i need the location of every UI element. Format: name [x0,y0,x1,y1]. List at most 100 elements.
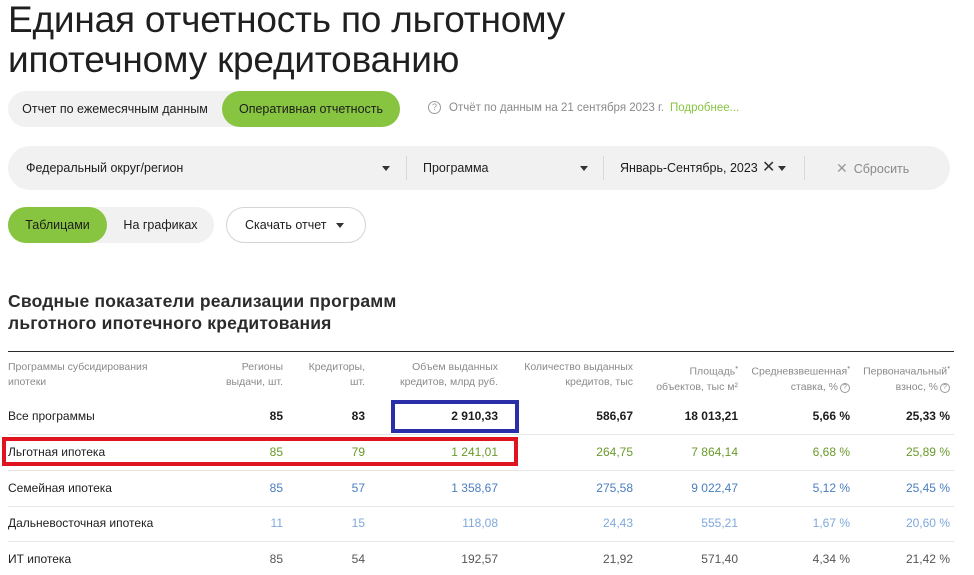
row-regions: 85 [269,409,283,423]
row-creditors: 83 [351,409,365,423]
download-label: Скачать отчет [245,218,327,232]
tab-charts[interactable]: На графиках [108,207,213,243]
region-select[interactable]: Федеральный округ/регион [26,146,396,190]
row-regions: 85 [269,481,283,495]
row-volume: 192,57 [461,552,498,566]
row-down-payment: 21,42 % [905,552,950,566]
header-area-line2: объектов, тыс м² [656,380,738,393]
header-regions-line2: выдачи, шт. [225,376,283,388]
header-rate: Средневзвешенная• ставка, %? [745,360,850,395]
header-area: Площадь• объектов, тыс м² [638,360,738,395]
info-dot-icon: • [947,363,950,372]
question-icon: ? [428,101,441,114]
row-rate: 5,12 % [812,481,850,495]
question-icon[interactable]: ? [840,382,850,393]
header-count-line2: кредитов, тыс [565,376,633,388]
row-program-name: Дальневосточная ипотека [8,516,154,530]
row-down-payment: 25,89 % [905,445,950,459]
reset-button[interactable]: ✕ Сбросить [836,146,909,190]
divider [603,156,604,180]
header-creditors: Кредиторы, шт. [288,360,365,390]
header-program: Программы субсидирования ипотеки [8,360,178,390]
row-down-payment: 25,45 % [905,481,950,495]
row-area: 571,40 [701,552,738,566]
table-row[interactable]: Семейная ипотека 85 57 1 358,67 275,58 9… [8,471,954,506]
divider [804,156,805,180]
highlight-box-volume [391,400,519,433]
header-down: Первоначальный• взнос, %? [855,360,950,395]
view-toggle: Таблицами На графиках [8,207,214,243]
program-select[interactable]: Программа [423,146,593,190]
row-rate: 4,34 % [812,552,850,566]
header-creditors-line2: шт. [350,376,365,388]
section-title: Сводные показатели реализации программ л… [8,291,397,333]
row-program-name: Семейная ипотека [8,481,112,495]
row-area: 555,21 [701,516,738,530]
report-date-text: Отчёт по данным на 21 сентября 2023 г. [449,101,665,114]
header-rate-line1: Средневзвешенная [751,365,848,378]
row-count: 24,43 [602,516,633,530]
row-regions: 85 [269,552,283,566]
header-down-line1: Первоначальный [863,365,948,378]
row-down-payment: 20,60 % [905,516,950,530]
header-count-line1: Количество выданных [524,361,633,373]
row-creditors: 54 [351,552,365,566]
chevron-down-icon [580,166,588,171]
row-program-name: ИТ ипотека [8,552,72,566]
row-down-payment: 25,33 % [905,409,950,423]
close-icon: ✕ [836,160,848,176]
chevron-down-icon [336,223,344,228]
row-rate: 5,66 % [812,409,850,423]
highlight-box-preferential-row [2,437,518,466]
header-regions-line1: Регионы [241,361,283,373]
header-volume-line1: Объем выданных [412,361,498,373]
table-row[interactable]: Дальневосточная ипотека 11 15 118,08 24,… [8,506,954,541]
row-rate: 6,68 % [812,445,850,459]
period-select[interactable]: Январь-Сентябрь, 2023 ✕ [620,146,795,190]
region-select-label: Федеральный округ/регион [26,161,184,175]
row-area: 7 864,14 [691,445,738,459]
row-count: 264,75 [596,445,633,459]
row-volume: 118,08 [462,516,498,530]
question-icon[interactable]: ? [940,382,950,393]
report-note: ? Отчёт по данным на 21 сентября 2023 г.… [428,101,739,114]
row-regions: 11 [270,516,283,530]
row-creditors: 15 [351,516,365,530]
row-area: 18 013,21 [684,409,738,423]
tab-tables[interactable]: Таблицами [8,207,107,243]
header-regions: Регионы выдачи, шт. [188,360,283,390]
row-rate: 1,67 % [812,516,850,530]
divider [406,156,407,180]
tab-operational-report[interactable]: Оперативная отчетность [222,91,400,127]
header-area-line1: Площадь [689,365,736,378]
header-down-line2: взнос, % [895,380,938,393]
reset-label: Сбросить [853,162,910,176]
report-mode-toggle: Отчет по ежемесячным данным Оперативная … [8,91,400,127]
header-program-line2: ипотеки [8,376,47,388]
chevron-down-icon [382,166,390,171]
header-creditors-line1: Кредиторы, [308,361,365,373]
page-title: Единая отчетность по льготному ипотечном… [8,0,566,80]
clear-icon[interactable]: ✕ [762,146,775,190]
row-count: 275,58 [596,481,633,495]
row-creditors: 57 [351,481,365,495]
row-area: 9 022,47 [691,481,738,495]
header-count: Количество выданных кредитов, тыс [508,360,633,390]
table-row[interactable]: ИТ ипотека 85 54 192,57 21,92 571,40 4,3… [8,542,954,575]
tab-monthly-report[interactable]: Отчет по ежемесячным данным [8,91,222,127]
row-count: 586,67 [596,409,633,423]
filter-bar: Федеральный округ/регион Программа Январ… [8,146,950,190]
more-link[interactable]: Подробнее... [670,102,739,114]
info-dot-icon: • [735,363,738,372]
info-dot-icon: • [847,363,850,372]
header-program-line1: Программы субсидирования [8,361,148,373]
period-select-label: Январь-Сентябрь, 2023 [620,161,758,175]
download-report-button[interactable]: Скачать отчет [226,207,366,243]
header-volume: Объем выданных кредитов, млрд руб. [378,360,498,390]
header-volume-line2: кредитов, млрд руб. [400,376,498,388]
chevron-down-icon [778,166,786,171]
header-rate-line2: ставка, % [790,380,838,393]
row-volume: 1 358,67 [451,481,498,495]
row-count: 21,92 [602,552,633,566]
table-divider [8,351,954,352]
